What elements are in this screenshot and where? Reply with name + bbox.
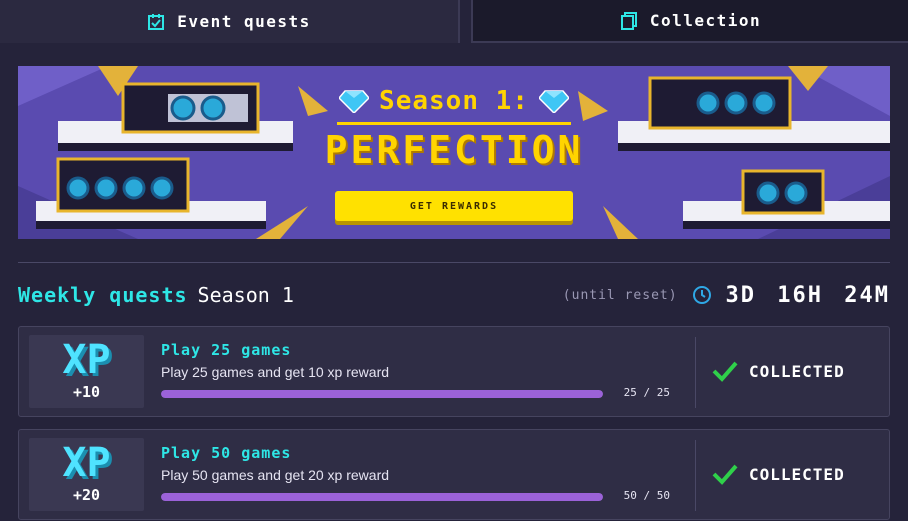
collected-label: COLLECTED (749, 361, 845, 381)
diamond-icon (339, 90, 370, 113)
reset-countdown: 3D 16H 24M (725, 282, 890, 308)
xp-label: XP (62, 440, 111, 486)
xp-reward-badge: XP +20 (29, 438, 144, 511)
tab-collection-label: Collection (649, 11, 762, 30)
quest-progress-fill (161, 493, 603, 501)
xp-amount: +20 (72, 486, 101, 504)
banner-subtitle: PERFECTION (324, 128, 584, 172)
quest-title: Play 50 games (161, 444, 292, 462)
quest-card: XP +10 Play 25 games Play 25 games and g… (18, 326, 890, 417)
quest-description: Play 50 games and get 20 xp reward (161, 467, 390, 483)
quest-progress-count: 25 / 25 (623, 386, 670, 399)
check-icon (712, 464, 738, 485)
quest-progress-bar (161, 390, 603, 398)
quest-progress-fill (161, 390, 603, 398)
weekly-quests-header: Weekly quests Season 1 (until reset) 3D … (18, 280, 890, 310)
season-banner: Season 1: PERFECTION GET REWARDS (18, 66, 890, 239)
tab-bar: Event quests Collection (0, 0, 908, 43)
quest-title: Play 25 games (161, 341, 292, 359)
quest-progress-bar (161, 493, 603, 501)
section-divider (18, 262, 890, 263)
tab-collection[interactable]: Collection (471, 0, 908, 43)
weekly-quests-label: Weekly quests (18, 283, 188, 307)
collected-label: COLLECTED (749, 464, 845, 484)
banner-season-text: Season 1: (379, 86, 529, 116)
banner-season-title: Season 1: (18, 86, 890, 116)
get-rewards-button[interactable]: GET REWARDS (335, 191, 573, 221)
banner-title-rule (337, 122, 571, 125)
xp-label: XP (62, 337, 111, 383)
xp-reward-badge: XP +10 (29, 335, 144, 408)
until-reset-label: (until reset) (562, 287, 678, 303)
quest-separator (695, 440, 696, 511)
check-icon (712, 361, 738, 382)
xp-amount: +10 (72, 383, 101, 401)
clock-icon (692, 286, 711, 304)
diamond-icon (538, 90, 569, 113)
cards-icon (620, 11, 637, 30)
quest-separator (695, 337, 696, 408)
quest-description: Play 25 games and get 10 xp reward (161, 364, 390, 380)
tab-event-quests-label: Event quests (177, 12, 311, 31)
quest-status: COLLECTED (711, 359, 845, 383)
quest-progress-count: 50 / 50 (623, 489, 670, 502)
weekly-season-label: Season 1 (197, 283, 294, 307)
calendar-check-icon (148, 13, 165, 30)
reset-timer: (until reset) 3D 16H 24M (563, 283, 890, 308)
tab-event-quests[interactable]: Event quests (0, 0, 460, 43)
quest-card: XP +20 Play 50 games Play 50 games and g… (18, 429, 890, 520)
quest-status: COLLECTED (711, 462, 845, 486)
